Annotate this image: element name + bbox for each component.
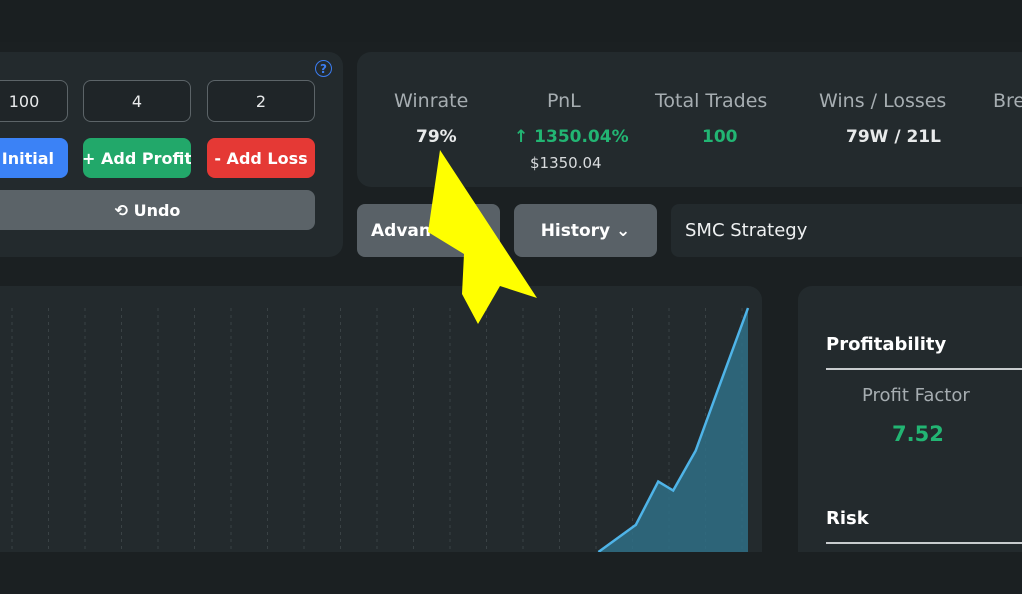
pnl-label: PnL <box>547 90 581 112</box>
undo-button[interactable]: ⟲ Undo <box>0 190 315 230</box>
pnl-amount-value: $1350.04 <box>530 154 602 172</box>
stats-summary-panel <box>357 52 1022 187</box>
total-trades-label: Total Trades <box>655 90 768 112</box>
strategy-name-field[interactable]: SMC Strategy <box>671 204 1022 257</box>
profit-amount-input[interactable]: 4 <box>83 80 191 122</box>
risk-divider <box>826 542 1022 544</box>
risk-heading: Risk <box>826 508 869 529</box>
pnl-percent-value: ↑ 1350.04% <box>514 127 629 147</box>
breakeven-label: Breakeven <box>993 90 1022 112</box>
winrate-value: 79% <box>416 127 457 147</box>
loss-amount-input[interactable]: 2 <box>207 80 315 122</box>
top-bar <box>0 0 1022 42</box>
winrate-label: Winrate <box>394 90 469 112</box>
profit-factor-label: Profit Factor <box>862 385 970 406</box>
advanced-dropdown-button[interactable]: Advanced <box>357 204 500 257</box>
wins-losses-label: Wins / Losses <box>819 90 947 112</box>
profit-factor-value: 7.52 <box>892 422 944 446</box>
profitability-divider <box>826 368 1022 370</box>
equity-area <box>598 308 748 552</box>
profitability-heading: Profitability <box>826 334 947 355</box>
initial-balance-input[interactable]: 100 <box>0 80 68 122</box>
help-icon[interactable]: ? <box>315 60 332 77</box>
equity-chart <box>11 307 750 552</box>
set-initial-button[interactable]: Set Initial <box>0 138 68 178</box>
total-trades-value: 100 <box>702 127 738 147</box>
add-loss-button[interactable]: - Add Loss <box>207 138 315 178</box>
history-dropdown-button[interactable]: History ⌄ <box>514 204 657 257</box>
wins-losses-value: 79W / 21L <box>846 127 941 147</box>
bottom-bar <box>0 552 1022 594</box>
add-profit-button[interactable]: + Add Profit <box>83 138 191 178</box>
